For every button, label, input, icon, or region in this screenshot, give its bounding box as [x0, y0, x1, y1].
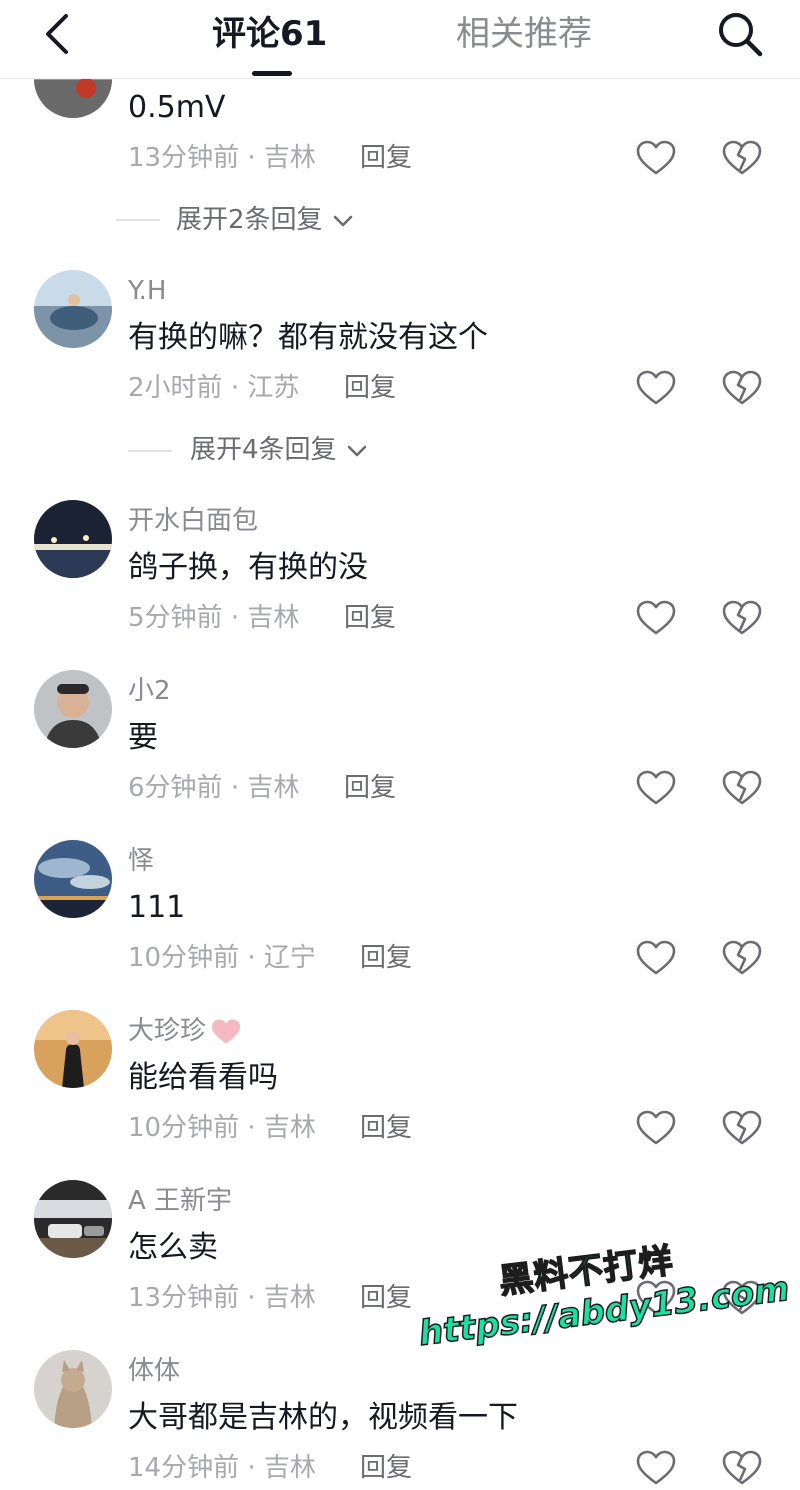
separator: ·: [247, 1283, 256, 1313]
comment-meta: 13分钟前 · 吉林: [128, 1280, 316, 1316]
comment-location: 吉林: [263, 1113, 316, 1143]
dislike-broken-heart-icon[interactable]: [722, 370, 762, 406]
dislike-broken-heart-icon[interactable]: [722, 770, 762, 806]
separator: ·: [230, 373, 240, 403]
top-bar: 评论61 相关推荐: [0, 0, 800, 79]
comment-time: 13分钟前: [128, 143, 240, 173]
reply-button[interactable]: 回复: [344, 770, 396, 806]
comment-location: 吉林: [263, 143, 316, 173]
comment-time: 10分钟前: [128, 943, 240, 973]
username[interactable]: 开水白面包: [128, 504, 258, 538]
back-arrow-icon[interactable]: [38, 12, 78, 56]
comment-time: 14分钟前: [128, 1453, 240, 1483]
reply-button[interactable]: 回复: [360, 940, 412, 976]
reply-button[interactable]: 回复: [360, 140, 412, 176]
comment-meta: 10分钟前 · 辽宁: [128, 940, 316, 976]
comment-text: 能给看看吗: [128, 1060, 278, 1095]
like-heart-icon[interactable]: [636, 770, 676, 806]
like-heart-icon[interactable]: [636, 1280, 676, 1316]
comment-location: 辽宁: [263, 943, 316, 973]
reply-button[interactable]: 回复: [360, 1110, 412, 1146]
dislike-broken-heart-icon[interactable]: [722, 1110, 762, 1146]
search-icon[interactable]: [714, 8, 766, 60]
like-heart-icon[interactable]: [636, 140, 676, 176]
comment-meta: 5分钟前 · 吉林: [128, 600, 299, 636]
avatar[interactable]: [34, 500, 112, 578]
expand-divider: [128, 450, 172, 452]
avatar[interactable]: [34, 1350, 112, 1428]
comment-time: 2小时前: [128, 373, 223, 403]
username[interactable]: 大珍珍: [128, 1014, 242, 1048]
expand-replies-label: 展开4条回复: [190, 435, 337, 465]
comment-location: 吉林: [263, 1283, 316, 1313]
username[interactable]: 怿: [128, 844, 154, 878]
avatar[interactable]: [34, 1010, 112, 1088]
expand-replies-button[interactable]: 展开2条回复: [176, 202, 355, 238]
avatar[interactable]: [34, 270, 112, 348]
username[interactable]: Y.H: [128, 274, 166, 308]
comment-time: 6分钟前: [128, 773, 223, 803]
separator: ·: [230, 773, 240, 803]
like-heart-icon[interactable]: [636, 940, 676, 976]
dislike-broken-heart-icon[interactable]: [722, 600, 762, 636]
comment-location: 吉林: [247, 603, 300, 633]
comment-meta: 10分钟前 · 吉林: [128, 1110, 316, 1146]
like-heart-icon[interactable]: [636, 600, 676, 636]
username-text: 大珍珍: [128, 1016, 207, 1046]
username[interactable]: 小2: [128, 674, 171, 708]
reply-button[interactable]: 回复: [344, 600, 396, 636]
chevron-down-icon: [347, 445, 367, 456]
comment-text: 要: [128, 720, 158, 755]
comment-text: 大哥都是吉林的，视频看一下: [128, 1400, 518, 1435]
separator: ·: [230, 603, 240, 633]
comment-meta: 13分钟前 · 吉林: [128, 140, 316, 176]
comment-location: 吉林: [247, 773, 300, 803]
comment-time: 13分钟前: [128, 1283, 240, 1313]
dislike-broken-heart-icon[interactable]: [722, 940, 762, 976]
comment-meta: 2小时前 · 江苏: [128, 370, 299, 406]
active-tab-indicator: [252, 71, 292, 76]
pink-heart-icon: [212, 1019, 241, 1044]
username[interactable]: A 王新宇: [128, 1184, 232, 1218]
avatar[interactable]: [34, 840, 112, 918]
username[interactable]: 体体: [128, 1354, 180, 1388]
comment-time: 10分钟前: [128, 1113, 240, 1143]
avatar[interactable]: [34, 1180, 112, 1258]
chevron-down-icon: [333, 215, 353, 226]
comment-text: 鸽子换，有换的没: [128, 550, 368, 585]
dislike-broken-heart-icon[interactable]: [722, 1280, 762, 1316]
comment-time: 5分钟前: [128, 603, 223, 633]
separator: ·: [247, 1453, 256, 1483]
reply-button[interactable]: 回复: [344, 370, 396, 406]
comment-text: 怎么卖: [128, 1230, 218, 1265]
tab-related[interactable]: 相关推荐: [456, 12, 592, 56]
like-heart-icon[interactable]: [636, 1110, 676, 1146]
separator: ·: [247, 1113, 256, 1143]
expand-replies-label: 展开2条回复: [176, 205, 323, 235]
comment-text: 111: [128, 890, 186, 925]
separator: ·: [247, 943, 256, 973]
expand-replies-button[interactable]: 展开4条回复: [190, 432, 369, 468]
expand-divider: [116, 219, 160, 221]
comment-text: 0.5mV: [128, 90, 226, 125]
comment-text: 有换的嘛？都有就没有这个: [128, 320, 488, 355]
comment-location: 吉林: [263, 1453, 316, 1483]
comment-meta: 6分钟前 · 吉林: [128, 770, 299, 806]
reply-button[interactable]: 回复: [360, 1280, 412, 1316]
avatar[interactable]: [34, 670, 112, 748]
tab-comments[interactable]: 评论61: [212, 12, 327, 56]
like-heart-icon[interactable]: [636, 370, 676, 406]
separator: ·: [247, 143, 256, 173]
dislike-broken-heart-icon[interactable]: [722, 140, 762, 176]
comment-location: 江苏: [247, 373, 300, 403]
